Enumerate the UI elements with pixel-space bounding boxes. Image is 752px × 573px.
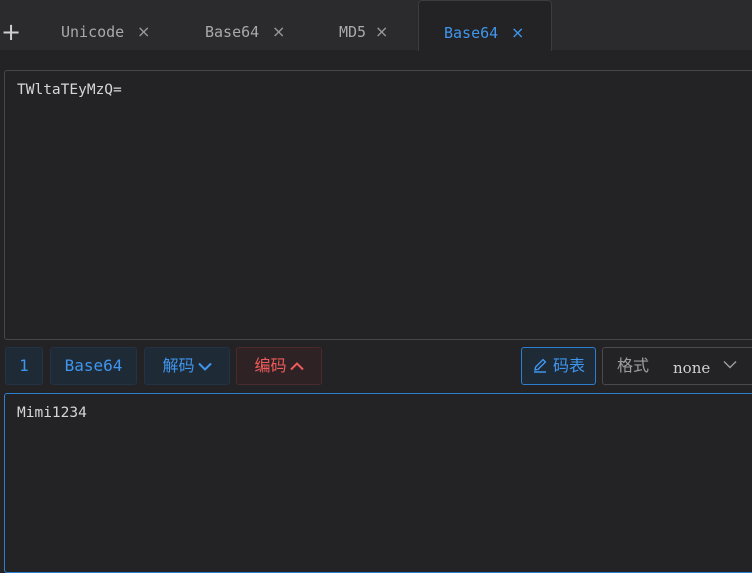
encode-button[interactable]: 编码 xyxy=(236,347,322,385)
close-icon[interactable]: × xyxy=(137,22,150,42)
tab-unicode[interactable]: Unicode × xyxy=(40,0,180,50)
tab-bar: + Unicode × Base64 × MD5 × Base64 × xyxy=(0,0,752,51)
tab-base64-active[interactable]: Base64 × xyxy=(418,0,552,51)
output-textarea[interactable]: Mimi1234 xyxy=(4,393,752,573)
chevron-up-icon xyxy=(289,362,304,371)
code-table-button[interactable]: 码表 xyxy=(521,347,596,385)
output-text: Mimi1234 xyxy=(17,405,87,421)
tab-md5[interactable]: MD5 × xyxy=(320,0,415,50)
close-icon[interactable]: × xyxy=(511,23,524,43)
line-index-button[interactable]: 1 xyxy=(5,347,43,385)
chevron-down-icon xyxy=(197,362,212,371)
input-textarea[interactable]: TWltaTEyMzQ= xyxy=(4,70,752,340)
tab-label: MD5 xyxy=(339,23,367,41)
input-text: TWltaTEyMzQ= xyxy=(17,82,122,98)
format-label: 格式 xyxy=(617,356,650,375)
encode-label: 编码 xyxy=(254,356,287,375)
tab-base64[interactable]: Base64 × xyxy=(182,0,302,50)
tab-label: Base64 xyxy=(205,23,260,41)
plus-icon[interactable]: + xyxy=(1,20,21,44)
algorithm-button[interactable]: Base64 xyxy=(50,347,137,385)
tab-label: Unicode xyxy=(61,23,125,41)
decode-button[interactable]: 解码 xyxy=(144,347,230,385)
close-icon[interactable]: × xyxy=(272,22,285,42)
close-icon[interactable]: × xyxy=(375,22,388,42)
chevron-down-icon xyxy=(723,361,737,369)
decode-label: 解码 xyxy=(162,356,195,375)
tab-label: Base64 xyxy=(444,24,499,42)
format-select[interactable]: 格式 none xyxy=(602,347,752,385)
code-table-label: 码表 xyxy=(552,356,585,375)
format-value: none xyxy=(673,359,711,377)
pen-icon xyxy=(533,358,547,373)
